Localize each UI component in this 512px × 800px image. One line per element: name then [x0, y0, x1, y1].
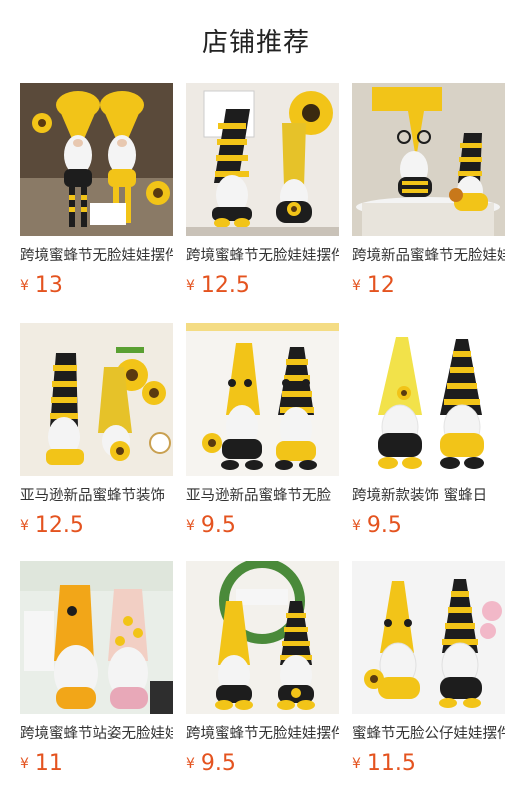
product-price: ¥12.5: [186, 273, 250, 301]
product-price: ¥12.5: [20, 513, 84, 541]
shop-recommendation-page: 店铺推荐 跨境蜜蜂节无脸娃娃摆件 ¥ 13 跨境蜜蜂节无脸娃娃摆件 ¥ 12.5…: [0, 0, 512, 800]
product-card[interactable]: 跨境蜜蜂节站姿无脸娃娃 ¥11: [20, 561, 173, 791]
currency-symbol: ¥: [20, 278, 29, 294]
product-title[interactable]: 跨境新款装饰 蜜蜂日: [352, 485, 505, 507]
product-card[interactable]: 跨境新款装饰 蜜蜂日 ¥9.5: [352, 323, 505, 553]
product-image[interactable]: [186, 561, 339, 714]
product-card[interactable]: 跨境蜜蜂节无脸娃娃摆件 ¥12.5: [186, 83, 339, 313]
product-card[interactable]: 亚马逊新品蜜蜂节装饰 ¥12.5: [20, 323, 173, 553]
currency-symbol: ¥: [20, 756, 29, 772]
price-amount: 9.5: [200, 513, 236, 538]
product-title[interactable]: 跨境蜜蜂节无脸娃娃摆件: [186, 245, 339, 267]
product-price: ¥12: [352, 273, 395, 301]
currency-symbol: ¥: [352, 278, 361, 294]
price-amount: 11: [34, 751, 63, 776]
currency-symbol: ¥: [186, 518, 195, 534]
price-amount: 12: [366, 273, 395, 298]
product-price: ¥9.5: [186, 751, 236, 779]
product-card[interactable]: 跨境蜜蜂节无脸娃娃摆件 ¥9.5: [186, 561, 339, 791]
product-image[interactable]: [186, 323, 339, 476]
price-amount: 11.5: [366, 751, 416, 776]
product-image[interactable]: [20, 561, 173, 714]
product-image[interactable]: [20, 83, 173, 236]
product-card[interactable]: 蜜蜂节无脸公仔娃娃摆件 ¥11.5: [352, 561, 505, 791]
price-amount: 9.5: [366, 513, 402, 538]
product-price: ¥9.5: [352, 513, 402, 541]
price-amount: 13: [34, 273, 63, 298]
product-price: ¥11.5: [352, 751, 416, 779]
product-title[interactable]: 跨境新品蜜蜂节无脸娃娃: [352, 245, 505, 267]
currency-symbol: ¥: [352, 756, 361, 772]
product-image[interactable]: [352, 561, 505, 714]
currency-symbol: ¥: [352, 518, 361, 534]
product-title[interactable]: 跨境蜜蜂节无脸娃娃摆件: [20, 245, 173, 267]
product-card[interactable]: 跨境新品蜜蜂节无脸娃娃 ¥12: [352, 83, 505, 313]
product-image[interactable]: [352, 83, 505, 236]
currency-symbol: ¥: [20, 518, 29, 534]
product-card[interactable]: 跨境蜜蜂节无脸娃娃摆件 ¥13: [20, 83, 173, 313]
product-image[interactable]: [352, 323, 505, 476]
product-price: ¥13: [20, 273, 63, 301]
price-amount: 12.5: [200, 273, 250, 298]
currency-symbol: ¥: [186, 756, 195, 772]
product-image[interactable]: [20, 323, 173, 476]
page-title: 店铺推荐: [201, 28, 310, 58]
product-title[interactable]: 跨境蜜蜂节无脸娃娃摆件: [186, 723, 339, 745]
product-image[interactable]: [186, 83, 339, 236]
product-title[interactable]: 跨境蜜蜂节站姿无脸娃娃: [20, 723, 173, 745]
product-price: ¥11: [20, 751, 63, 779]
product-title[interactable]: 亚马逊新品蜜蜂节装饰: [20, 485, 173, 507]
price-amount: 9.5: [200, 751, 236, 776]
currency-symbol: ¥: [186, 278, 195, 294]
product-card[interactable]: 亚马逊新品蜜蜂节无脸 ¥9.5: [186, 323, 339, 553]
product-title[interactable]: 亚马逊新品蜜蜂节无脸: [186, 485, 339, 507]
product-price: ¥9.5: [186, 513, 236, 541]
product-title[interactable]: 蜜蜂节无脸公仔娃娃摆件: [352, 723, 505, 745]
price-amount: 12.5: [34, 513, 84, 538]
